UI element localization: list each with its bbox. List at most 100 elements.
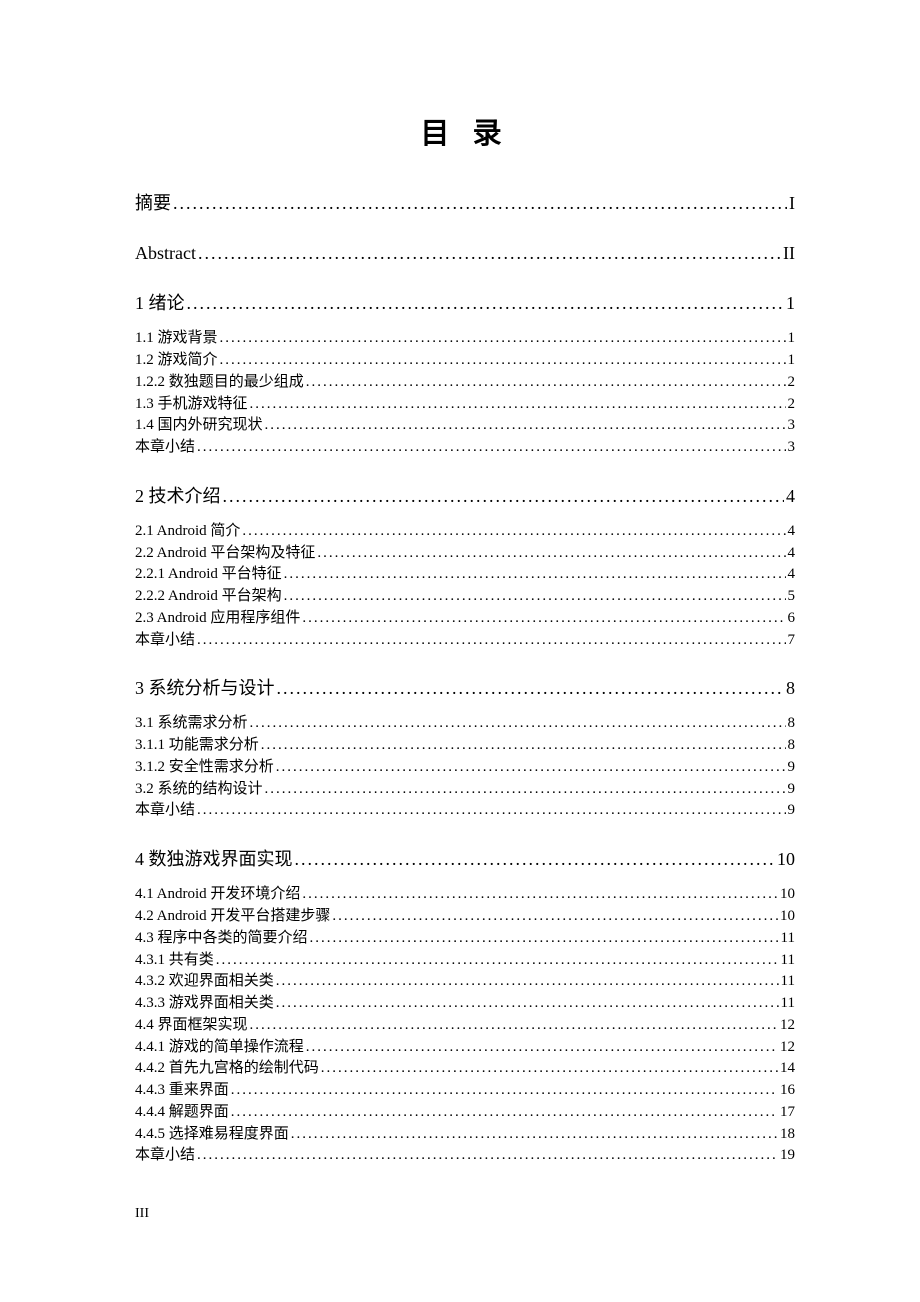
toc-entry-label: 4.4.5 选择难易程度界面 bbox=[135, 1124, 289, 1146]
toc-entry-label: 2.3 Android 应用程序组件 bbox=[135, 608, 300, 630]
toc-section: AbstractII bbox=[135, 240, 795, 266]
toc-entry: 4.4 界面框架实现12 bbox=[135, 1015, 795, 1037]
toc-entry-label: Abstract bbox=[135, 240, 196, 266]
toc-entry-page: 3 bbox=[788, 437, 796, 459]
toc-entry-page: 5 bbox=[788, 586, 796, 608]
toc-entry-label: 4.2 Android 开发平台搭建步骤 bbox=[135, 906, 330, 928]
toc-entry: 1.3 手机游戏特征2 bbox=[135, 394, 795, 416]
toc-entry-label: 4.4.1 游戏的简单操作流程 bbox=[135, 1037, 304, 1059]
toc-entry-page: 10 bbox=[777, 846, 795, 872]
toc-entry-page: 11 bbox=[781, 993, 795, 1015]
toc-section: 3 系统分析与设计83.1 系统需求分析83.1.1 功能需求分析83.1.2 … bbox=[135, 675, 795, 822]
toc-entry: 本章小结9 bbox=[135, 800, 795, 822]
toc-dots bbox=[220, 350, 786, 372]
toc-entry-page: I bbox=[789, 190, 795, 216]
toc-dots bbox=[220, 328, 786, 350]
toc-entry: 4.4.4 解题界面 17 bbox=[135, 1102, 795, 1124]
toc-entry: 2.1 Android 简介 4 bbox=[135, 521, 795, 543]
toc-entry-label: 4.1 Android 开发环境介绍 bbox=[135, 884, 300, 906]
toc-entry-page: 9 bbox=[788, 757, 796, 779]
toc-entry-label: 3.2 系统的结构设计 bbox=[135, 779, 263, 801]
toc-entry-label: 本章小结 bbox=[135, 1145, 195, 1167]
toc-entry: 3.1 系统需求分析8 bbox=[135, 713, 795, 735]
toc-entry-label: 2 技术介绍 bbox=[135, 483, 221, 509]
toc-dots bbox=[197, 437, 785, 459]
toc-entry: 1 绪论 1 bbox=[135, 290, 795, 316]
toc-dots bbox=[265, 779, 786, 801]
toc-entry: 4.1 Android 开发环境介绍 10 bbox=[135, 884, 795, 906]
toc-title: 目 录 bbox=[135, 110, 795, 152]
toc-entry-label: 2.2.1 Android 平台特征 bbox=[135, 564, 282, 586]
toc-entry-page: 3 bbox=[788, 415, 796, 437]
toc-entry-page: 2 bbox=[788, 372, 796, 394]
toc-dots bbox=[197, 800, 785, 822]
toc-dots bbox=[291, 1124, 778, 1146]
toc-entry-page: 10 bbox=[780, 884, 795, 906]
toc-entry-page: 8 bbox=[786, 675, 795, 701]
toc-section: 1 绪论11.1 游戏背景11.2 游戏简介11.2.2 数独题目的最少组成21… bbox=[135, 290, 795, 459]
toc-entry-label: 1.2 游戏简介 bbox=[135, 350, 218, 372]
toc-entry-label: 4.4.4 解题界面 bbox=[135, 1102, 229, 1124]
toc-section: 4 数独游戏界面实现10 4.1 Android 开发环境介绍 10 4.2 Andr… bbox=[135, 846, 795, 1167]
toc-dots bbox=[277, 675, 785, 701]
toc-entry: 4.3 程序中各类的简要介绍 11 bbox=[135, 928, 795, 950]
toc-dots bbox=[173, 190, 787, 216]
toc-entry-label: 2.2 Android 平台架构及特征 bbox=[135, 543, 315, 565]
toc-entry-page: 4 bbox=[788, 564, 796, 586]
toc-entry-label: 2.1 Android 简介 bbox=[135, 521, 240, 543]
toc-dots bbox=[321, 1058, 778, 1080]
toc-entry-label: 4.4.3 重来界面 bbox=[135, 1080, 229, 1102]
toc-entry-page: 17 bbox=[780, 1102, 795, 1124]
toc-dots bbox=[261, 735, 786, 757]
toc-entry-label: 4.4.2 首先九宫格的绘制代码 bbox=[135, 1058, 319, 1080]
toc-entry-page: 11 bbox=[781, 928, 795, 950]
toc-entry: AbstractII bbox=[135, 240, 795, 266]
toc-entry-page: 4 bbox=[786, 483, 795, 509]
toc-entry-label: 4.3 程序中各类的简要介绍 bbox=[135, 928, 308, 950]
toc-entry-page: 1 bbox=[786, 290, 795, 316]
toc-entry: 4.4.2 首先九宫格的绘制代码14 bbox=[135, 1058, 795, 1080]
toc-dots bbox=[317, 543, 785, 565]
toc-dots bbox=[284, 564, 786, 586]
toc-entry-label: 1 绪论 bbox=[135, 290, 185, 316]
toc-dots bbox=[302, 884, 778, 906]
toc-entry: 1.2.2 数独题目的最少组成2 bbox=[135, 372, 795, 394]
toc-entry: 3.2 系统的结构设计9 bbox=[135, 779, 795, 801]
toc-entry: 4 数独游戏界面实现10 bbox=[135, 846, 795, 872]
toc-entry-page: 7 bbox=[788, 630, 796, 652]
toc-entry: 4.3.2 欢迎界面相关类 11 bbox=[135, 971, 795, 993]
toc-entry: 4.4.3 重来界面16 bbox=[135, 1080, 795, 1102]
toc-section: 2 技术介绍 4 2.1 Android 简介 4 2.2 Android 平台架构及特… bbox=[135, 483, 795, 652]
page-number: III bbox=[135, 1206, 149, 1222]
toc-entry-label: 4.3.2 欢迎界面相关类 bbox=[135, 971, 274, 993]
toc-dots bbox=[197, 630, 785, 652]
toc-entry-page: 8 bbox=[788, 713, 796, 735]
toc-entry-label: 1.4 国内外研究现状 bbox=[135, 415, 263, 437]
toc-dots bbox=[242, 521, 785, 543]
toc-dots bbox=[306, 1037, 778, 1059]
toc-entry-label: 2.2.2 Android 平台架构 bbox=[135, 586, 282, 608]
toc-dots bbox=[197, 1145, 778, 1167]
toc-entry-label: 4.3.1 共有类 bbox=[135, 950, 214, 972]
toc-entry-label: 3.1.2 安全性需求分析 bbox=[135, 757, 274, 779]
toc-dots bbox=[250, 394, 786, 416]
toc-dots bbox=[223, 483, 785, 509]
toc-entry: 2.2.2 Android 平台架构 5 bbox=[135, 586, 795, 608]
toc-dots bbox=[276, 993, 779, 1015]
toc-dots bbox=[216, 950, 779, 972]
toc-dots bbox=[306, 372, 786, 394]
toc-entry-page: 11 bbox=[781, 971, 795, 993]
toc-entry-page: 11 bbox=[781, 950, 795, 972]
toc-entry-page: 2 bbox=[788, 394, 796, 416]
toc-entry-page: 4 bbox=[788, 521, 796, 543]
toc-entry-label: 4.4 界面框架实现 bbox=[135, 1015, 248, 1037]
toc-entry-label: 3 系统分析与设计 bbox=[135, 675, 275, 701]
toc-dots bbox=[231, 1102, 778, 1124]
toc-entry: 3 系统分析与设计 8 bbox=[135, 675, 795, 701]
toc-dots bbox=[284, 586, 786, 608]
toc-entry: 2.3 Android 应用程序组件6 bbox=[135, 608, 795, 630]
toc-entry-page: 8 bbox=[788, 735, 796, 757]
toc-entry: 4.4.5 选择难易程度界面18 bbox=[135, 1124, 795, 1146]
toc-dots bbox=[310, 928, 779, 950]
toc-dots bbox=[302, 608, 785, 630]
